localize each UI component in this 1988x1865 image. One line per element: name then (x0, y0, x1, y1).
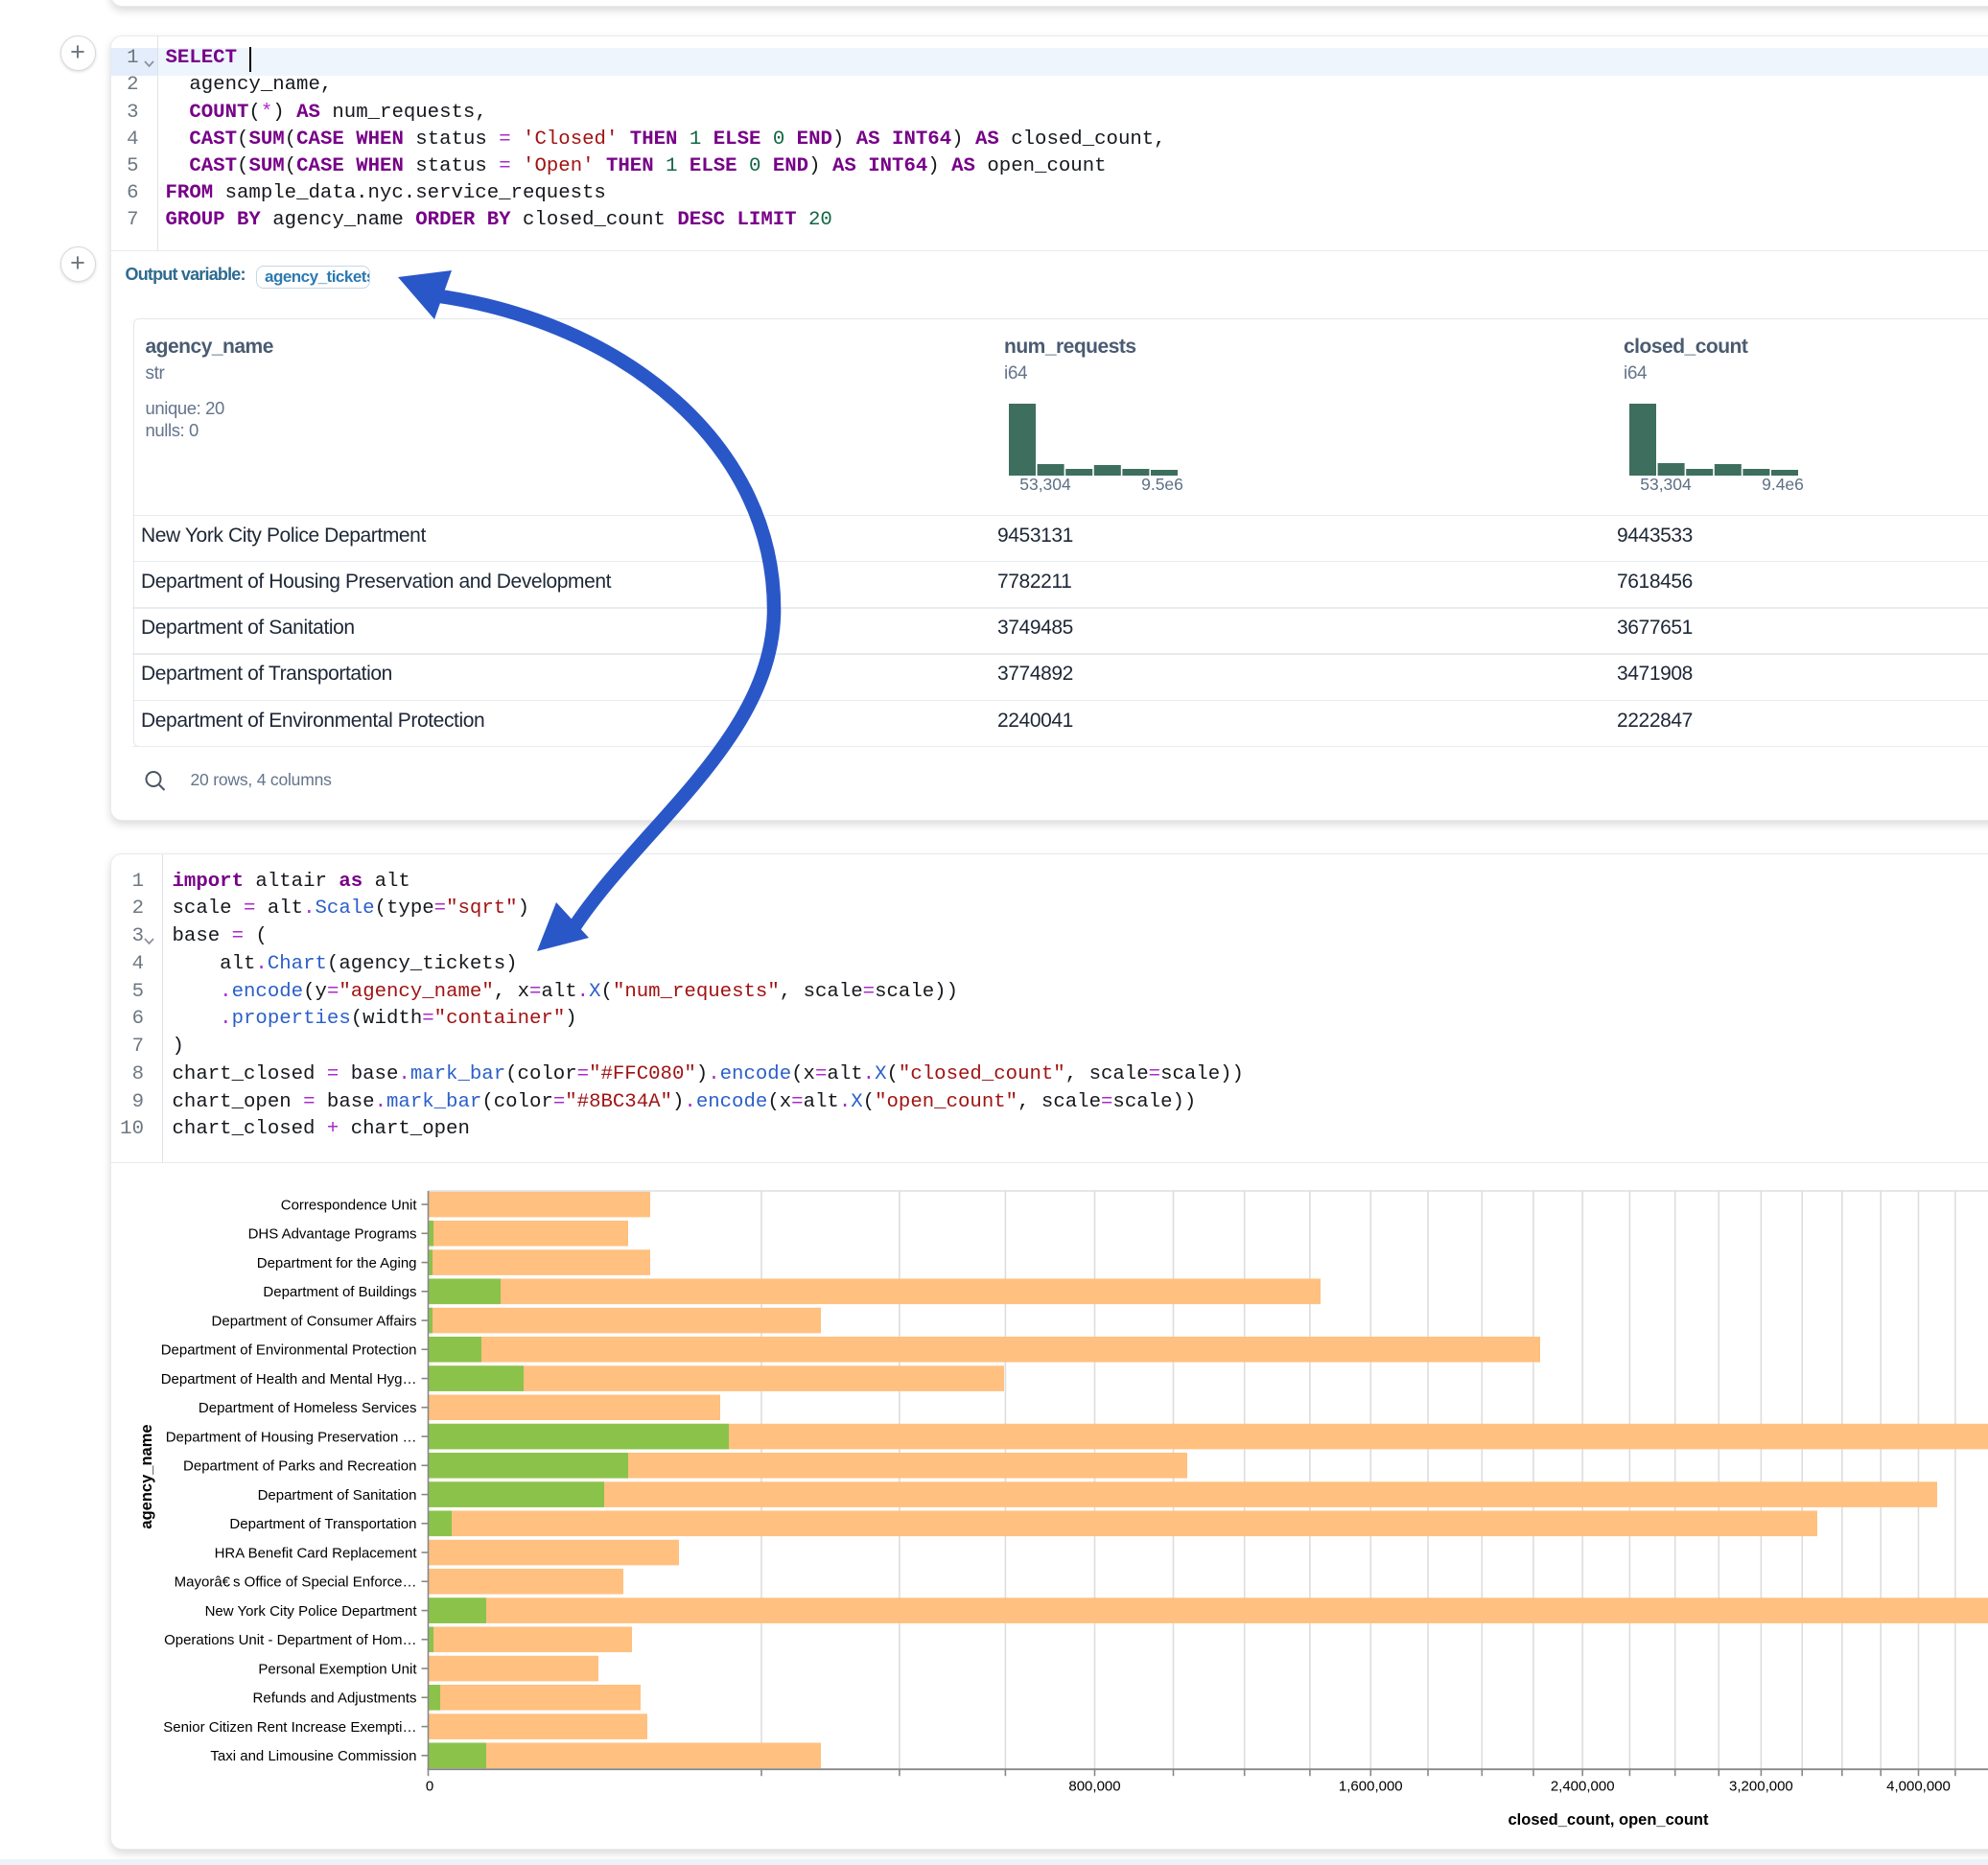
svg-text:0: 0 (426, 1779, 433, 1795)
svg-text:Department of Environmental Pr: Department of Environmental Protection (161, 1342, 417, 1359)
svg-text:4,000,000: 4,000,000 (1886, 1779, 1951, 1795)
svg-text:Refunds and Adjustments: Refunds and Adjustments (253, 1690, 417, 1707)
svg-text:closed_count, open_count: closed_count, open_count (1508, 1811, 1709, 1829)
svg-text:Mayorâ€ s Office of Special En: Mayorâ€ s Office of Special Enforce… (175, 1574, 417, 1591)
svg-text:800,000: 800,000 (1068, 1779, 1120, 1795)
svg-text:Department of Transportation: Department of Transportation (229, 1516, 416, 1532)
svg-text:Taxi and Limousine Commission: Taxi and Limousine Commission (210, 1748, 416, 1764)
svg-text:Department for the Aging: Department for the Aging (257, 1255, 417, 1271)
svg-text:3,200,000: 3,200,000 (1729, 1779, 1793, 1795)
svg-text:HRA Benefit Card Replacement: HRA Benefit Card Replacement (215, 1545, 418, 1561)
svg-text:agency_name: agency_name (138, 1424, 155, 1528)
svg-text:Correspondence Unit: Correspondence Unit (281, 1197, 418, 1213)
svg-text:Personal Exemption Unit: Personal Exemption Unit (258, 1661, 417, 1677)
svg-text:Department of Housing Preserva: Department of Housing Preservation … (166, 1429, 417, 1445)
svg-text:Department of Sanitation: Department of Sanitation (258, 1487, 417, 1504)
svg-text:New York City Police Departmen: New York City Police Department (205, 1603, 418, 1620)
svg-text:Department of Homeless Service: Department of Homeless Services (199, 1400, 417, 1416)
svg-text:DHS Advantage Programs: DHS Advantage Programs (248, 1226, 417, 1243)
svg-text:Department of Parks and Recrea: Department of Parks and Recreation (183, 1458, 416, 1475)
svg-text:2,400,000: 2,400,000 (1551, 1779, 1615, 1795)
svg-text:Department of Health and Menta: Department of Health and Mental Hyg… (161, 1371, 417, 1387)
svg-text:1,600,000: 1,600,000 (1339, 1779, 1403, 1795)
svg-text:Department of Consumer Affairs: Department of Consumer Affairs (212, 1313, 417, 1329)
svg-text:Senior Citizen Rent Increase E: Senior Citizen Rent Increase Exempti… (163, 1719, 416, 1736)
svg-text:Department of Buildings: Department of Buildings (263, 1284, 416, 1300)
svg-text:Operations Unit - Department o: Operations Unit - Department of Hom… (164, 1632, 416, 1648)
